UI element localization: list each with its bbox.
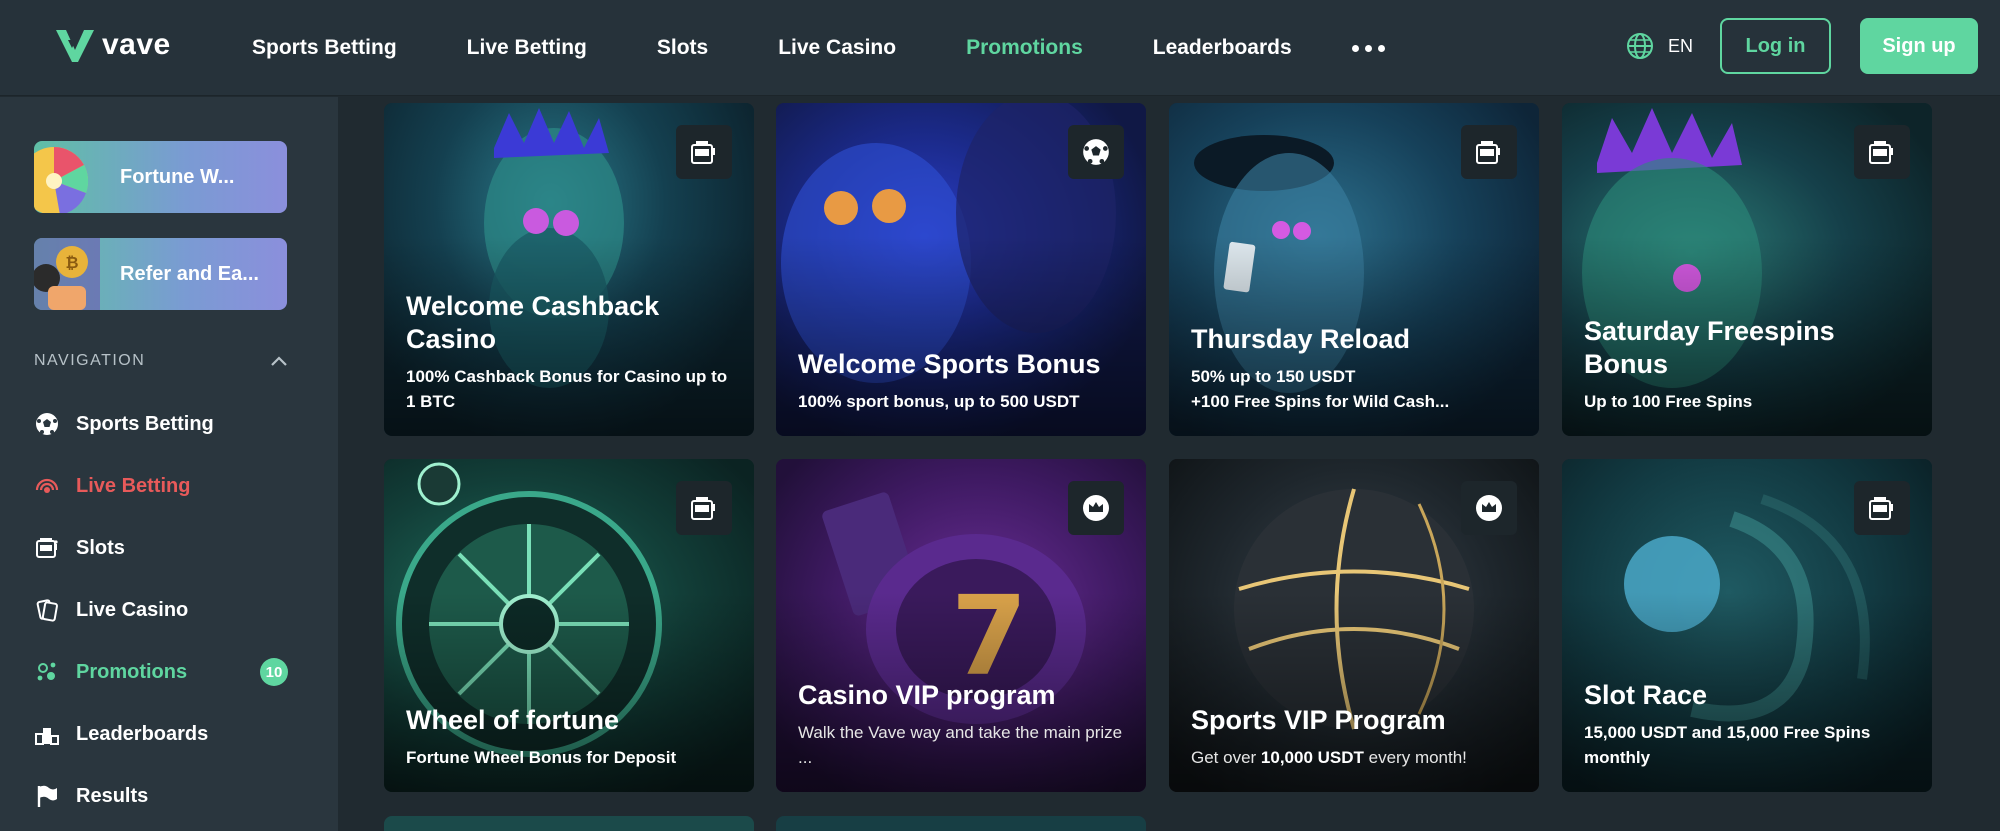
- language-selector[interactable]: EN: [1626, 32, 1693, 60]
- promotions-count-badge: 10: [260, 658, 288, 686]
- promo-title: Sports VIP Program: [1191, 705, 1446, 735]
- live-broadcast-icon: [34, 473, 60, 499]
- promo-subtitle: Get over 10,000 USDT every month!: [1191, 745, 1517, 770]
- navigation-heading[interactable]: NAVIGATION: [34, 352, 288, 370]
- promo-card-welcome-sports-bonus[interactable]: Welcome Sports Bonus 100% sport bonus, u…: [776, 103, 1146, 436]
- sidebar-item-label: Live Betting: [76, 474, 191, 497]
- slot-machine-icon: [1854, 125, 1910, 179]
- svg-text:₿: ₿: [65, 253, 78, 272]
- nav-live-betting[interactable]: Live Betting: [467, 36, 587, 60]
- vave-logo[interactable]: vave: [54, 26, 171, 64]
- sidebar-promo-refer[interactable]: ₿ Refer and Ea...: [34, 238, 287, 310]
- crown-icon: [1461, 481, 1517, 535]
- promo-subtitle: 100% Cashback Bonus for Casino up to 1 B…: [406, 367, 728, 411]
- promo-title: Casino VIP program: [798, 680, 1056, 710]
- vave-logo-icon: [56, 30, 94, 62]
- promo-subtitle: 100% sport bonus, up to 500 USDT: [798, 392, 1080, 411]
- slot-machine-icon: [1461, 125, 1517, 179]
- slot-machine-icon: [1854, 481, 1910, 535]
- promo-card-thursday-reload[interactable]: Thursday Reload 50% up to 150 USDT +100 …: [1169, 103, 1539, 436]
- nav-leaderboards[interactable]: Leaderboards: [1153, 36, 1292, 60]
- signup-button[interactable]: Sign up: [1860, 18, 1978, 74]
- promo-card-partial[interactable]: [776, 816, 1146, 831]
- sidebar-promo-label: Fortune W...: [120, 165, 235, 188]
- globe-icon: [1627, 33, 1653, 59]
- crown-icon: [1068, 481, 1124, 535]
- nav-sports-betting[interactable]: Sports Betting: [252, 36, 397, 60]
- top-bar: vave Sports Betting Live Betting Slots L…: [0, 0, 2000, 96]
- sidebar-promo-label: Refer and Ea...: [120, 262, 259, 285]
- promo-title: Welcome Cashback Casino: [406, 291, 660, 354]
- promo-card-partial[interactable]: [384, 816, 754, 831]
- gift-icon: [34, 659, 60, 685]
- promo-title: Welcome Sports Bonus: [798, 349, 1101, 379]
- ellipsis-icon[interactable]: [1351, 44, 1385, 52]
- sidebar-item-label: Results: [76, 784, 149, 807]
- promo-title: Slot Race: [1584, 680, 1708, 710]
- refer-coins-image: ₿: [34, 238, 100, 310]
- promo-title: Thursday Reload: [1191, 324, 1411, 354]
- sidebar-item-label: Promotions: [76, 660, 188, 683]
- navigation-heading-label: NAVIGATION: [34, 352, 146, 369]
- promo-title: Wheel of fortune: [406, 705, 619, 735]
- promo-card-casino-vip[interactable]: 7 Casino VIP program Walk the Vave way a…: [776, 459, 1146, 792]
- nav-promotions[interactable]: Promotions: [966, 36, 1083, 60]
- slot-machine-icon: [676, 125, 732, 179]
- sidebar-item-label: Leaderboards: [76, 722, 209, 745]
- nav-slots[interactable]: Slots: [657, 36, 708, 60]
- promo-subtitle-amount: 10,000 USDT: [1260, 748, 1364, 767]
- promo-card-slot-race[interactable]: Slot Race 15,000 USDT and 15,000 Free Sp…: [1562, 459, 1932, 792]
- promo-title: Saturday Freespins Bonus: [1584, 316, 1835, 379]
- sidebar-item-promotions[interactable]: Promotions 10: [34, 652, 288, 692]
- promo-subtitle: Walk the Vave way and take the main priz…: [798, 723, 1123, 767]
- main-nav: Sports Betting Live Betting Slots Live C…: [252, 0, 1385, 96]
- promo-subtitle-line-2: +100 Free Spins for Wild Cash...: [1191, 392, 1450, 411]
- sidebar-item-sports-betting[interactable]: Sports Betting: [34, 404, 288, 444]
- soccer-ball-icon: [1068, 125, 1124, 179]
- promo-subtitle-post: every month!: [1363, 748, 1467, 767]
- fortune-wheel-image: [34, 141, 100, 213]
- promo-card-welcome-cashback-casino[interactable]: Welcome Cashback Casino 100% Cashback Bo…: [384, 103, 754, 436]
- promo-subtitle-line-1: 50% up to 150 USDT: [1191, 367, 1356, 386]
- brand-name: vave: [102, 28, 171, 61]
- sidebar: Fortune W... ₿ Refer and Ea... NAVIGATIO…: [0, 97, 338, 831]
- sidebar-item-results[interactable]: Results: [34, 776, 288, 816]
- sidebar-promo-fortune-wheel[interactable]: Fortune W...: [34, 141, 287, 213]
- soccer-ball-icon: [34, 411, 60, 437]
- sidebar-item-live-betting[interactable]: Live Betting: [34, 466, 288, 506]
- sidebar-item-label: Sports Betting: [76, 412, 214, 435]
- chevron-up-icon[interactable]: [270, 355, 288, 367]
- promo-subtitle: 50% up to 150 USDT +100 Free Spins for W…: [1191, 364, 1517, 414]
- sidebar-item-label: Live Casino: [76, 598, 189, 621]
- promo-subtitle: Up to 100 Free Spins: [1584, 392, 1753, 411]
- sidebar-item-leaderboards[interactable]: Leaderboards: [34, 714, 288, 754]
- promo-card-saturday-freespins[interactable]: Saturday Freespins Bonus Up to 100 Free …: [1562, 103, 1932, 436]
- promo-card-wheel-of-fortune[interactable]: Wheel of fortune Fortune Wheel Bonus for…: [384, 459, 754, 792]
- cards-icon: [34, 597, 60, 623]
- promo-subtitle: Fortune Wheel Bonus for Deposit: [406, 748, 677, 767]
- flag-icon: [34, 783, 60, 809]
- sidebar-item-slots[interactable]: Slots: [34, 528, 288, 568]
- sidebar-item-live-casino[interactable]: Live Casino: [34, 590, 288, 630]
- login-button[interactable]: Log in: [1720, 18, 1831, 74]
- nav-live-casino[interactable]: Live Casino: [778, 36, 896, 60]
- podium-icon: [34, 721, 60, 747]
- promo-subtitle-pre: Get over: [1191, 748, 1261, 767]
- promo-subtitle: 15,000 USDT and 15,000 Free Spins monthl…: [1584, 723, 1871, 767]
- slot-machine-icon: [676, 481, 732, 535]
- sidebar-item-label: Slots: [76, 536, 125, 559]
- promo-card-sports-vip[interactable]: Sports VIP Program Get over 10,000 USDT …: [1169, 459, 1539, 792]
- slot-machine-icon: [34, 535, 60, 561]
- language-label: EN: [1668, 35, 1694, 56]
